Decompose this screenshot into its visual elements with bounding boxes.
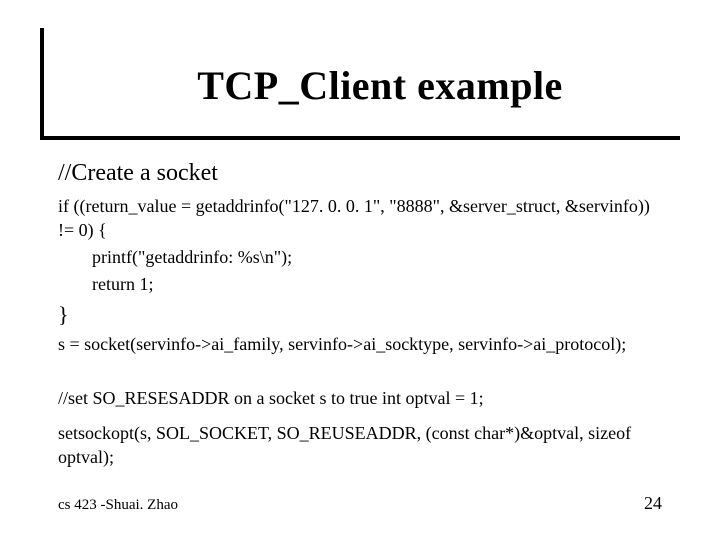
code-socket-call: s = socket(servinfo->ai_family, servinfo…: [58, 333, 668, 356]
slide: TCP_Client example //Create a socket if …: [0, 0, 720, 540]
footer-page-number: 24: [644, 493, 662, 514]
comment-set-reuseaddr: //set SO_RESESADDR on a socket s to true…: [58, 387, 668, 410]
body-heading-create-socket: //Create a socket: [58, 158, 668, 189]
slide-body: //Create a socket if ((return_value = ge…: [58, 158, 668, 473]
footer-course-author: cs 423 -Shuai. Zhao: [58, 497, 178, 514]
code-close-brace: }: [58, 301, 668, 330]
slide-title: TCP_Client example: [60, 62, 700, 109]
code-if-getaddrinfo: if ((return_value = getaddrinfo("127. 0.…: [58, 195, 668, 242]
title-vertical-rule: [40, 28, 44, 136]
code-return: return 1;: [58, 273, 668, 296]
code-setsockopt: setsockopt(s, SOL_SOCKET, SO_REUSEADDR, …: [58, 422, 668, 469]
title-horizontal-rule: [40, 136, 680, 140]
code-printf: printf("getaddrinfo: %s\n");: [58, 246, 668, 269]
